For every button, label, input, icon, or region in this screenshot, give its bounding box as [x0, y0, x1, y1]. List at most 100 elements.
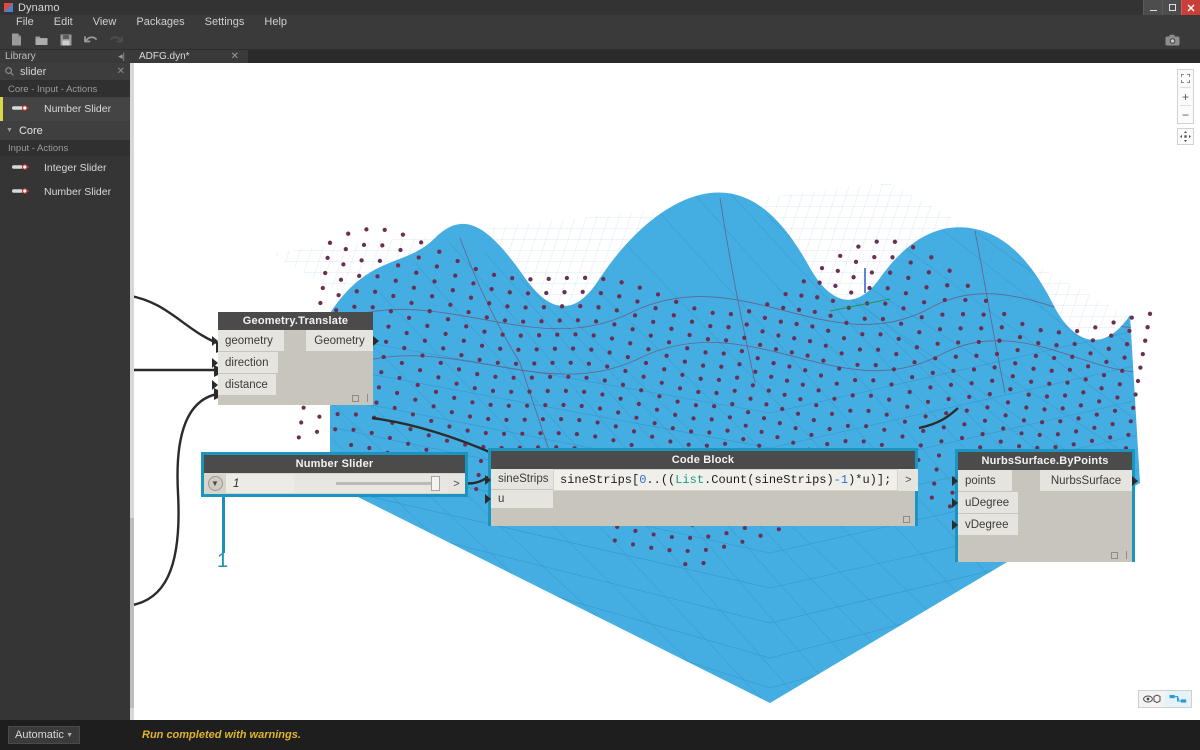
port-in-vdegree[interactable]: vDegree [958, 514, 1018, 536]
code-token: sineStrips[ [560, 473, 639, 487]
port-in-points[interactable]: points [958, 470, 1012, 492]
menu-settings[interactable]: Settings [195, 15, 255, 30]
node-footer [958, 548, 1132, 562]
node-lacing-icon[interactable] [367, 394, 368, 402]
pan-move-icon[interactable] [1177, 128, 1194, 145]
node-number-slider[interactable]: Number Slider ▼ 1 > [201, 452, 468, 497]
canvas-scrollbar-thumb[interactable] [130, 518, 134, 708]
port-arrow-in-geometry [212, 336, 218, 346]
port-out-number-slider[interactable]: > [448, 474, 465, 493]
port-in-sinestrips[interactable]: sineStrips [491, 469, 553, 490]
node-body: points NurbsSurface uDegree vDegree [958, 470, 1132, 562]
port-arrow-in-sinestrips [485, 475, 491, 485]
port-out-code-block[interactable]: > [898, 469, 918, 491]
slider-node-icon [12, 186, 32, 198]
node-geometry-translate[interactable]: Geometry.Translate geometry Geometry dir… [218, 312, 373, 405]
code-token-number: 0 [639, 473, 646, 487]
port-arrow-in-distance [212, 380, 218, 390]
library-item-label: Integer Slider [44, 162, 106, 174]
slider-value-input[interactable]: 1 [226, 474, 294, 493]
port-row: direction [218, 352, 373, 374]
open-folder-button[interactable] [30, 31, 52, 49]
port-in-geometry[interactable]: geometry [218, 330, 284, 352]
port-out-geometry[interactable]: Geometry [306, 330, 373, 352]
slider-expander-button[interactable]: ▼ [204, 473, 226, 494]
geometry-view-icon[interactable] [1139, 691, 1165, 707]
tab-adfg-dyn[interactable]: ADFG.dyn* ✕ [130, 50, 248, 63]
port-arrow-in-u [485, 494, 491, 504]
run-mode-dropdown[interactable]: Automatic ▼ [8, 726, 80, 744]
library-item-number-slider[interactable]: Number Slider [0, 180, 130, 204]
undo-button[interactable] [80, 31, 102, 49]
new-file-button[interactable] [5, 31, 27, 49]
code-token: ..(( [646, 473, 675, 487]
library-subcategory: Input - Actions [0, 140, 130, 156]
port-out-nurbssurface[interactable]: NurbsSurface [1040, 470, 1132, 492]
dynamo-logo-icon [4, 3, 13, 12]
port-arrow-out-nurbssurface [1132, 476, 1138, 486]
tab-label: ADFG.dyn* [139, 51, 190, 62]
library-item-integer-slider[interactable]: Integer Slider [0, 156, 130, 180]
fit-to-screen-icon[interactable] [1177, 70, 1194, 87]
close-button[interactable] [1181, 0, 1200, 15]
node-nurbssurface-bypoints[interactable]: NurbsSurface.ByPoints points NurbsSurfac… [955, 449, 1135, 562]
node-code-block[interactable]: Code Block sineStrips u sineStrips[0..((… [488, 448, 918, 526]
node-preview-toggle-icon[interactable] [903, 516, 910, 523]
menu-edit[interactable]: Edit [44, 15, 83, 30]
library-results-category: Core - Input - Actions [0, 81, 130, 97]
search-input[interactable]: slider ✕ [0, 63, 130, 81]
node-body: sineStrips u sineStrips[0..((List.Count(… [491, 469, 915, 526]
port-arrow-in-direction [212, 358, 218, 368]
node-body: geometry Geometry direction distance [218, 330, 373, 405]
zoom-in-icon[interactable]: + [1177, 88, 1194, 105]
slider-track[interactable] [336, 482, 436, 485]
toolbar-right [1161, 30, 1186, 50]
annotation-number: 1 [217, 550, 228, 573]
clear-icon[interactable]: ✕ [117, 66, 125, 77]
port-row: vDegree [958, 514, 1132, 536]
library-header: Library ◂| [0, 50, 130, 63]
zoom-out-icon[interactable]: − [1177, 106, 1194, 123]
port-arrow-in-vdegree [952, 520, 958, 530]
port-in-udegree[interactable]: uDegree [958, 492, 1018, 514]
zoom-control-group: + − [1177, 69, 1194, 124]
menu-view[interactable]: View [83, 15, 127, 30]
camera-icon[interactable] [1161, 31, 1183, 49]
port-arrow-in-points [952, 476, 958, 486]
library-result-number-slider[interactable]: Number Slider [0, 97, 130, 121]
library-title: Library [5, 51, 118, 62]
redo-button[interactable] [105, 31, 127, 49]
node-title: Code Block [491, 451, 915, 469]
menu-help[interactable]: Help [254, 15, 297, 30]
chevron-down-icon: ▼ [66, 732, 73, 739]
menu-file[interactable]: File [6, 15, 44, 30]
minimize-button[interactable] [1143, 0, 1162, 15]
workspace-canvas[interactable]: Geometry.Translate geometry Geometry dir… [130, 63, 1200, 720]
dynamo-window: Dynamo File Edit View Packages Settings … [0, 0, 1200, 750]
code-block-editor[interactable]: sineStrips[0..((List.Count(sineStrips)-1… [553, 469, 898, 491]
close-tab-icon[interactable]: ✕ [217, 51, 239, 62]
code-token: )*u)]; [848, 473, 891, 487]
port-in-u[interactable]: u [491, 490, 553, 509]
node-preview-toggle-icon[interactable] [352, 395, 359, 402]
search-icon [5, 65, 14, 79]
save-button[interactable] [55, 31, 77, 49]
library-panel: slider ✕ Core - Input - Actions Number S… [0, 63, 130, 720]
run-mode-label: Automatic [15, 729, 64, 741]
menu-packages[interactable]: Packages [126, 15, 194, 30]
graph-view-icon[interactable] [1165, 691, 1191, 707]
window-controls [1143, 0, 1200, 15]
node-lacing-icon[interactable] [1126, 551, 1127, 559]
library-group-core[interactable]: ▼ Core [0, 121, 130, 140]
code-token-class: List [675, 473, 704, 487]
viewport-controls: + − [1177, 69, 1194, 145]
node-preview-toggle-icon[interactable] [1111, 552, 1118, 559]
port-in-direction[interactable]: direction [218, 352, 278, 374]
annotation-callout-line [222, 497, 225, 553]
collapse-panel-icon[interactable]: ◂| [118, 51, 125, 62]
slider-handle[interactable] [431, 476, 440, 491]
maximize-button[interactable] [1162, 0, 1181, 15]
slider-track-area[interactable] [294, 474, 448, 493]
node-title: NurbsSurface.ByPoints [958, 452, 1132, 470]
view-toggle-group [1138, 690, 1192, 708]
